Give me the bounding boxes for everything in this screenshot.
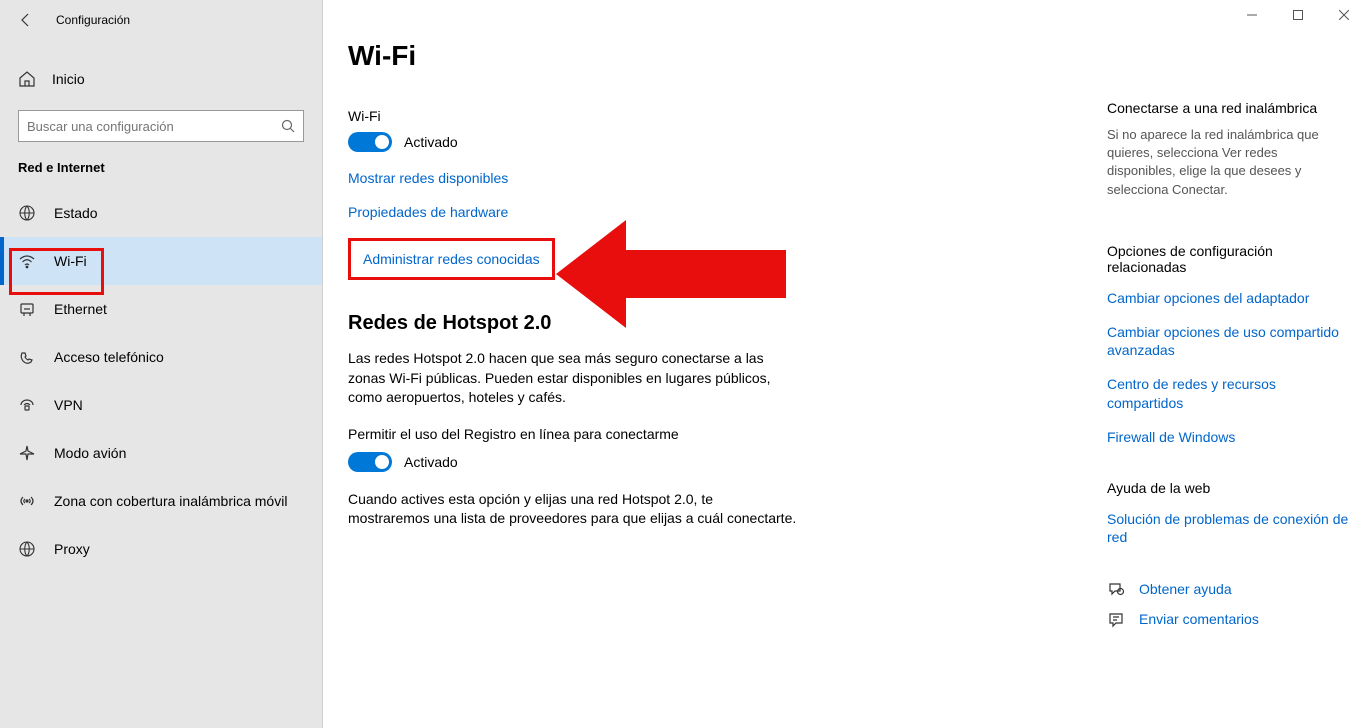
get-help-row[interactable]: Obtener ayuda [1107,580,1349,598]
right-panel: Conectarse a una red inalámbrica Si no a… [1107,0,1367,728]
close-button[interactable] [1321,0,1367,30]
online-reg-toggle[interactable] [348,452,392,472]
vpn-icon [18,396,36,414]
maximize-button[interactable] [1275,0,1321,30]
sidebar-item-label: Estado [54,205,98,221]
link-sharing-options[interactable]: Cambiar opciones de uso compartido avanz… [1107,323,1349,359]
sidebar-item-label: Zona con cobertura inalámbrica móvil [54,493,287,509]
link-manage-known-networks[interactable]: Administrar redes conocidas [363,251,540,267]
search-input[interactable] [27,119,281,134]
feedback-icon [1107,611,1125,629]
hotspot-description: Las redes Hotspot 2.0 hacen que sea más … [348,349,798,408]
page-title: Wi-Fi [348,40,1107,72]
hotspot-icon [18,492,36,510]
wifi-toggle-row: Activado [348,132,1107,152]
home-icon [18,70,36,88]
hotspot-title: Redes de Hotspot 2.0 [348,312,1107,335]
link-show-networks[interactable]: Mostrar redes disponibles [348,170,1107,186]
sidebar-item-label: VPN [54,397,83,413]
proxy-icon [18,540,36,558]
annotation-highlight-manage: Administrar redes conocidas [348,238,555,280]
back-icon[interactable] [18,12,34,28]
sidebar-item-airplane[interactable]: Modo avión [0,429,322,477]
online-reg-state: Activado [404,454,458,470]
link-hardware-props[interactable]: Propiedades de hardware [348,204,1107,220]
minimize-button[interactable] [1229,0,1275,30]
link-adapter-options[interactable]: Cambiar opciones del adaptador [1107,289,1349,307]
sidebar-item-vpn[interactable]: VPN [0,381,322,429]
link-firewall[interactable]: Firewall de Windows [1107,428,1349,446]
dialup-icon [18,348,36,366]
help-icon [1107,580,1125,598]
connect-title: Conectarse a una red inalámbrica [1107,100,1349,116]
ethernet-icon [18,300,36,318]
sidebar-item-dialup[interactable]: Acceso telefónico [0,333,322,381]
sidebar-item-label: Ethernet [54,301,107,317]
wifi-toggle[interactable] [348,132,392,152]
related-title: Opciones de configuración relacionadas [1107,243,1349,275]
sidebar-item-wifi[interactable]: Wi-Fi [0,237,322,285]
link-feedback[interactable]: Enviar comentarios [1139,610,1259,628]
online-reg-label: Permitir el uso del Registro en línea pa… [348,426,1107,442]
wifi-toggle-state: Activado [404,134,458,150]
link-get-help[interactable]: Obtener ayuda [1139,580,1232,598]
link-troubleshoot[interactable]: Solución de problemas de conexión de red [1107,510,1349,546]
sidebar-item-label: Modo avión [54,445,126,461]
sidebar-item-proxy[interactable]: Proxy [0,525,322,573]
status-icon [18,204,36,222]
home-label: Inicio [52,71,85,87]
main-content: Wi-Fi Wi-Fi Activado Mostrar redes dispo… [323,0,1107,728]
sidebar-item-label: Acceso telefónico [54,349,164,365]
feedback-row[interactable]: Enviar comentarios [1107,610,1349,628]
sidebar-item-ethernet[interactable]: Ethernet [0,285,322,333]
search-box[interactable] [18,110,304,142]
online-reg-toggle-row: Activado [348,452,1107,472]
sidebar-item-label: Wi-Fi [54,253,87,269]
sidebar: Configuración Inicio Red e Internet Esta… [0,0,323,728]
title-bar: Configuración [0,0,322,40]
connect-description: Si no aparece la red inalámbrica que qui… [1107,126,1349,199]
search-icon [281,119,295,133]
window-controls [1229,0,1367,30]
online-reg-description: Cuando actives esta opción y elijas una … [348,490,798,529]
section-title: Red e Internet [0,160,322,189]
wifi-section-label: Wi-Fi [348,108,1107,124]
sidebar-item-label: Proxy [54,541,90,557]
sidebar-item-estado[interactable]: Estado [0,189,322,237]
wifi-icon [18,252,36,270]
link-network-center[interactable]: Centro de redes y recursos compartidos [1107,375,1349,411]
webhelp-title: Ayuda de la web [1107,480,1349,496]
airplane-icon [18,444,36,462]
home-button[interactable]: Inicio [0,58,322,100]
window-title: Configuración [56,13,130,27]
sidebar-item-hotspot[interactable]: Zona con cobertura inalámbrica móvil [0,477,322,525]
